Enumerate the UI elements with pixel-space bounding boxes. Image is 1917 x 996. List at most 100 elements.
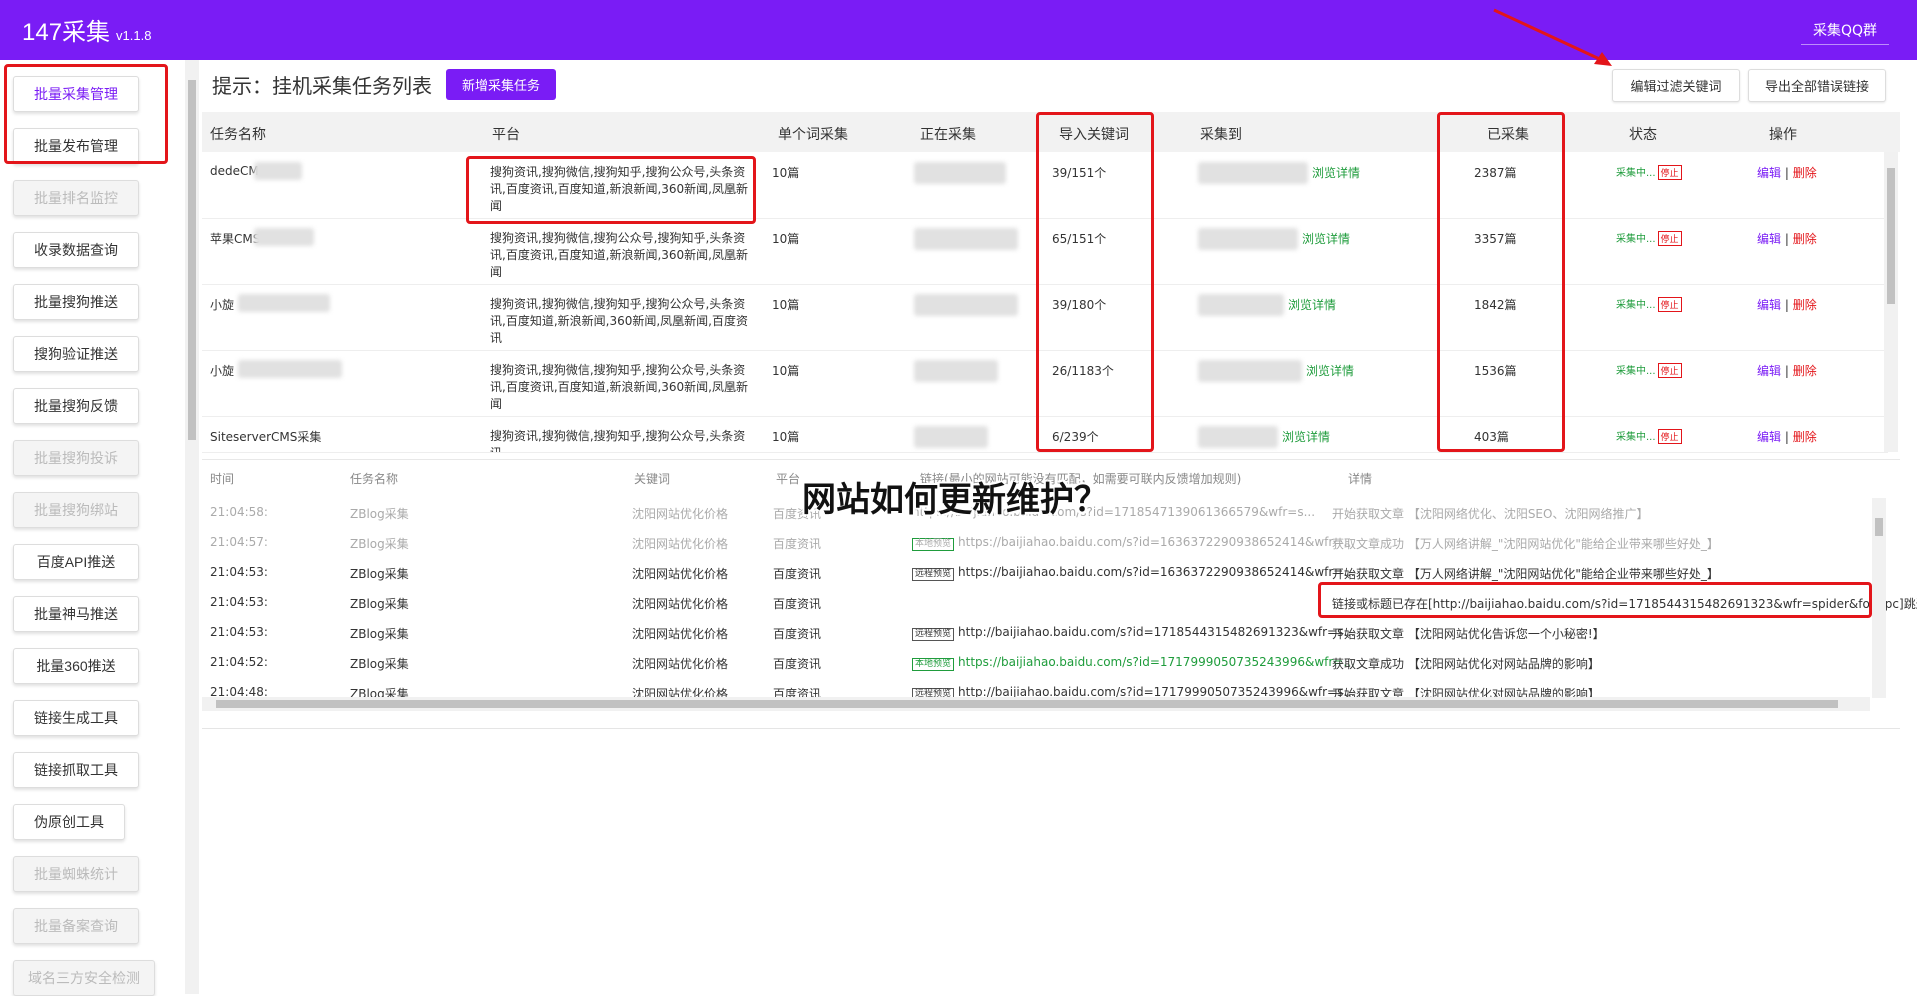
sidebar-item-2[interactable]: 批量发布管理 — [13, 128, 139, 164]
log-url[interactable]: https://baijiahao.baidu.com/s?id=1636372… — [958, 565, 1355, 579]
table-row: 小旋搜狗资讯,搜狗微信,搜狗知乎,搜狗公众号,头条资讯,百度资讯,百度知道,新浪… — [202, 350, 1888, 417]
browse-details-link[interactable]: 浏览详情 — [1282, 428, 1330, 445]
sidebar-item-10[interactable]: 百度API推送 — [13, 544, 139, 580]
divider — [202, 728, 1900, 729]
preview-button[interactable]: 本地预览 — [912, 538, 954, 551]
log-row: 21:04:53:ZBlog采集沈阳网站优化价格百度资讯远程预览https://… — [202, 557, 1872, 587]
delete-link[interactable]: 删除 — [1793, 232, 1817, 246]
preview-button[interactable]: 远程预览 — [912, 568, 954, 581]
log-col-keyword: 关键词 — [634, 470, 670, 487]
edit-link[interactable]: 编辑 — [1757, 166, 1781, 180]
browse-details-link[interactable]: 浏览详情 — [1302, 230, 1350, 247]
sidebar-item-8[interactable]: 批量搜狗投诉 — [13, 440, 139, 476]
table-row: 苹果CMS搜狗资讯,搜狗微信,搜狗公众号,搜狗知乎,头条资讯,百度资讯,百度知道… — [202, 218, 1888, 285]
sidebar-item-9[interactable]: 批量搜狗绑站 — [13, 492, 139, 528]
stop-button[interactable]: 停止 — [1658, 297, 1682, 312]
action-separator: | — [1785, 166, 1789, 180]
redacted-target — [1198, 294, 1284, 316]
delete-link[interactable]: 删除 — [1793, 430, 1817, 444]
sidebar-item-7[interactable]: 批量搜狗反馈 — [13, 388, 139, 424]
sidebar-item-5[interactable]: 批量搜狗推送 — [13, 284, 139, 320]
delete-link[interactable]: 删除 — [1793, 298, 1817, 312]
new-task-button[interactable]: 新增采集任务 — [446, 69, 556, 100]
log-col-task: 任务名称 — [350, 470, 398, 487]
edit-link[interactable]: 编辑 — [1757, 364, 1781, 378]
col-status: 状态 — [1629, 124, 1657, 144]
sidebar-item-6[interactable]: 搜狗验证推送 — [13, 336, 139, 372]
delete-link[interactable]: 删除 — [1793, 166, 1817, 180]
redacted-name — [238, 294, 330, 312]
log-task: ZBlog采集 — [350, 625, 409, 642]
log-keyword: 沈阳网站优化价格 — [632, 535, 728, 552]
browse-details-link[interactable]: 浏览详情 — [1312, 164, 1360, 181]
log-platform: 百度资讯 — [773, 595, 821, 612]
preview-button[interactable]: 远程预览 — [912, 628, 954, 641]
stop-button[interactable]: 停止 — [1658, 231, 1682, 246]
log-time: 21:04:57: — [210, 535, 268, 549]
task-keywords: 39/151个 — [1052, 164, 1106, 181]
log-url[interactable]: https://baijiahao.baidu.com/s?id=1717999… — [958, 655, 1355, 669]
log-url[interactable]: https://baijiahao.baidu.com/s?id=1636372… — [958, 535, 1355, 549]
stop-button[interactable]: 停止 — [1658, 165, 1682, 180]
sidebar-item-1[interactable]: 批量采集管理 — [13, 76, 139, 112]
task-actions: 编辑 | 删除 — [1757, 428, 1817, 445]
task-keywords: 26/1183个 — [1052, 362, 1114, 379]
log-keyword: 沈阳网站优化价格 — [632, 565, 728, 582]
log-scroll-thumb[interactable] — [1875, 518, 1883, 536]
col-import-keywords: 导入关键词 — [1059, 124, 1129, 144]
action-separator: | — [1785, 364, 1789, 378]
export-error-links-button[interactable]: 导出全部错误链接 — [1748, 69, 1886, 102]
task-actions: 编辑 | 删除 — [1757, 230, 1817, 247]
task-platform: 搜狗资讯,搜狗微信,搜狗知乎,搜狗公众号,头条资讯,百度知道,新浪新闻,360新… — [490, 296, 752, 347]
task-platform: 搜狗资讯,搜狗微信,搜狗知乎,搜狗公众号,头条资讯 — [490, 428, 752, 453]
col-collected: 已采集 — [1487, 124, 1529, 144]
sidebar-item-15[interactable]: 伪原创工具 — [13, 804, 125, 840]
stop-button[interactable]: 停止 — [1658, 363, 1682, 378]
log-task: ZBlog采集 — [350, 565, 409, 582]
edit-link[interactable]: 编辑 — [1757, 298, 1781, 312]
log-url[interactable]: http://baijiahao.baidu.com/s?id=17179990… — [958, 685, 1355, 697]
task-table-scroll-thumb[interactable] — [1887, 168, 1895, 304]
edit-link[interactable]: 编辑 — [1757, 430, 1781, 444]
log-col-platform: 平台 — [776, 470, 800, 487]
log-url[interactable]: http://baijiahao.baidu.com/s?id=17185443… — [958, 625, 1355, 639]
sidebar-item-17[interactable]: 批量备案查询 — [13, 908, 139, 944]
sidebar-item-12[interactable]: 批量360推送 — [13, 648, 139, 684]
task-platform: 搜狗资讯,搜狗微信,搜狗知乎,搜狗公众号,头条资讯,百度资讯,百度知道,新浪新闻… — [490, 362, 752, 413]
sidebar-item-14[interactable]: 链接抓取工具 — [13, 752, 139, 788]
sidebar-item-3[interactable]: 批量排名监控 — [13, 180, 139, 216]
stop-button[interactable]: 停止 — [1658, 429, 1682, 444]
table-row: 小旋 搜狗资讯,搜狗微信,搜狗知乎,搜狗公众号,头条资讯,百度知道,新浪新闻,36… — [202, 284, 1888, 351]
sidebar-item-11[interactable]: 批量神马推送 — [13, 596, 139, 632]
log-keyword: 沈阳网站优化价格 — [632, 685, 728, 697]
app-title: 147采集v1.1.8 — [22, 12, 151, 47]
task-per-word: 10篇 — [772, 164, 799, 181]
table-row: dedeCM搜狗资讯,搜狗微信,搜狗知乎,搜狗公众号,头条资讯,百度资讯,百度知… — [202, 152, 1888, 219]
table-row: SiteserverCMS采集搜狗资讯,搜狗微信,搜狗知乎,搜狗公众号,头条资讯… — [202, 416, 1888, 453]
delete-link[interactable]: 删除 — [1793, 364, 1817, 378]
status-running: 采集中... — [1616, 300, 1656, 311]
log-link: 远程预览 http://baijiahao.baidu.com/s?id=1717… — [912, 685, 1355, 697]
col-per-word: 单个词采集 — [778, 124, 848, 144]
qq-group-button[interactable]: 采集QQ群 — [1801, 16, 1889, 45]
log-row: 21:04:53:ZBlog采集沈阳网站优化价格百度资讯远程预览http://b… — [202, 617, 1872, 647]
browse-details-link[interactable]: 浏览详情 — [1288, 296, 1336, 313]
preview-button[interactable]: 远程预览 — [912, 688, 954, 697]
task-status: 采集中...停止 — [1616, 164, 1682, 180]
log-row: 21:04:48:ZBlog采集沈阳网站优化价格百度资讯远程预览http://b… — [202, 677, 1872, 697]
redacted-name — [254, 162, 302, 180]
sidebar-scroll-thumb[interactable] — [188, 80, 196, 440]
log-horizontal-scroll-thumb[interactable] — [216, 700, 1838, 708]
sidebar-item-18[interactable]: 域名三方安全检测 — [13, 960, 155, 996]
sidebar-item-4[interactable]: 收录数据查询 — [13, 232, 139, 268]
sidebar-item-13[interactable]: 链接生成工具 — [13, 700, 139, 736]
browse-details-link[interactable]: 浏览详情 — [1306, 362, 1354, 379]
log-row: 21:04:53:ZBlog采集沈阳网站优化价格百度资讯链接或标题已存在[htt… — [202, 587, 1872, 617]
preview-button[interactable]: 本地预览 — [912, 658, 954, 671]
sidebar-item-16[interactable]: 批量蜘蛛统计 — [13, 856, 139, 892]
edit-link[interactable]: 编辑 — [1757, 232, 1781, 246]
task-name: 苹果CMS — [210, 230, 260, 247]
edit-filter-keywords-button[interactable]: 编辑过滤关键词 — [1612, 69, 1740, 102]
task-name: 小旋 — [210, 296, 234, 313]
redacted-collecting — [914, 294, 1018, 316]
